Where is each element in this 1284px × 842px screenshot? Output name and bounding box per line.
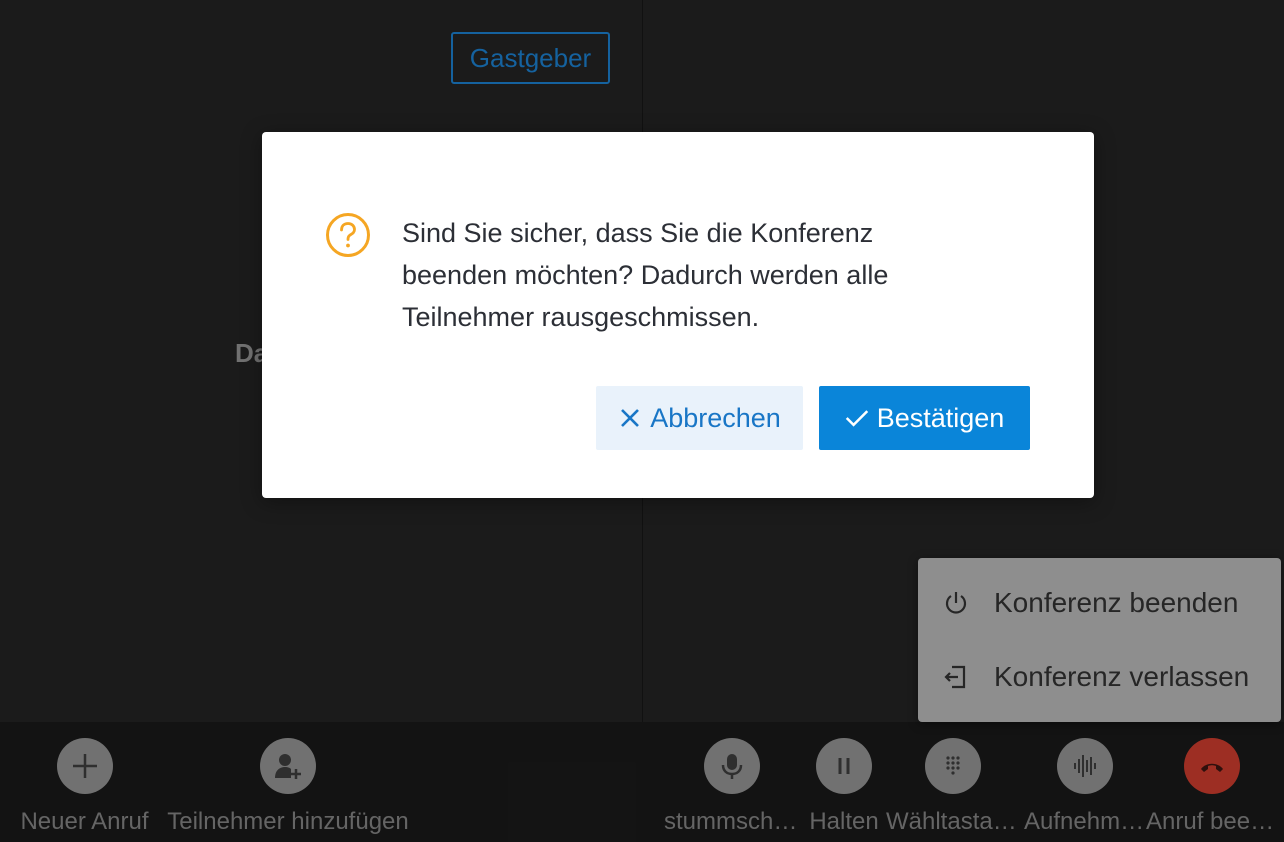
- dialog-message: Sind Sie sicher, dass Sie die Konferenz …: [402, 218, 889, 332]
- confirm-button[interactable]: Bestätigen: [819, 386, 1030, 450]
- menu-label-end-conference: Konferenz beenden: [994, 587, 1239, 618]
- cancel-label: Abbrechen: [650, 402, 781, 433]
- end-call-menu: Konferenz beenden Konferenz verlassen: [918, 558, 1281, 722]
- confirm-dialog: Sind Sie sicher, dass Sie die Konferenz …: [262, 132, 1094, 498]
- question-circle-icon: [325, 212, 371, 258]
- exit-icon: [942, 663, 970, 691]
- close-icon: [618, 406, 642, 430]
- check-icon: [845, 406, 869, 430]
- confirm-label: Bestätigen: [876, 402, 1005, 433]
- menu-item-leave-conference[interactable]: Konferenz verlassen: [918, 640, 1281, 714]
- menu-label-leave-conference: Konferenz verlassen: [994, 661, 1250, 692]
- cancel-button[interactable]: Abbrechen: [596, 386, 803, 450]
- menu-item-end-conference[interactable]: Konferenz beenden: [918, 566, 1281, 640]
- power-icon: [942, 589, 970, 617]
